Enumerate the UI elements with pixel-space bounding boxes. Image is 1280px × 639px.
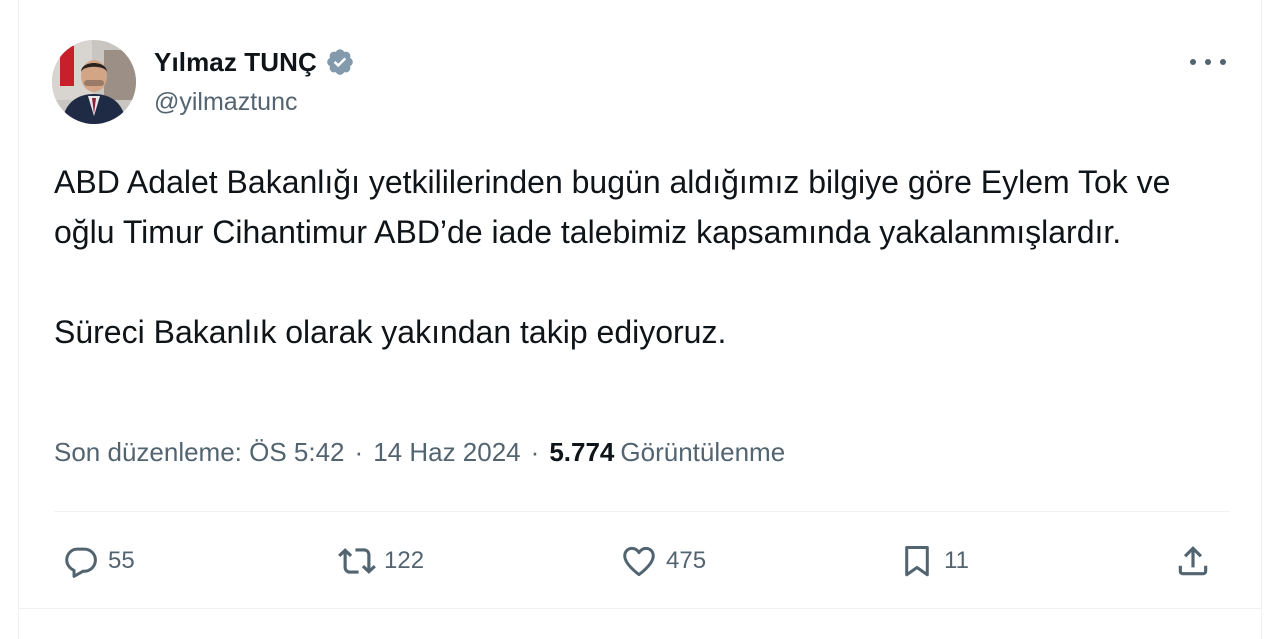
meta-separator: · <box>530 437 540 467</box>
bookmark-icon <box>905 546 929 577</box>
views-label: Görüntülenme <box>620 437 786 467</box>
reply-button[interactable]: 55 <box>62 536 135 586</box>
bookmark-count: 11 <box>944 547 969 574</box>
divider <box>54 511 1230 512</box>
tweet-paragraph: Süreci Bakanlık olarak yakından takip ed… <box>54 314 727 350</box>
reply-count: 55 <box>108 547 135 574</box>
bookmark-button[interactable]: 11 <box>898 536 969 586</box>
retweet-count: 122 <box>384 547 425 574</box>
author-avatar[interactable] <box>52 40 136 124</box>
reply-icon <box>65 547 97 578</box>
tweet-paragraph: ABD Adalet Bakanlığı yetkililerinden bug… <box>54 164 1171 250</box>
share-icon <box>1178 546 1208 576</box>
views-count: 5.774 <box>549 437 615 467</box>
tweet-text: ABD Adalet Bakanlığı yetkililerinden bug… <box>54 157 1214 357</box>
more-horizontal-icon <box>1190 59 1196 65</box>
author-name-row: Yılmaz TUNÇ <box>154 44 355 80</box>
author-name[interactable]: Yılmaz TUNÇ <box>154 47 317 78</box>
tweet-actions: 55 122 475 11 <box>54 536 1230 586</box>
heart-icon <box>623 546 655 577</box>
more-options-button[interactable] <box>1190 48 1226 76</box>
tweet-date[interactable]: 14 Haz 2024 <box>373 437 520 468</box>
like-button[interactable]: 475 <box>620 536 706 586</box>
retweet-button[interactable]: 122 <box>338 536 424 586</box>
retweet-icon <box>338 548 376 574</box>
author-handle[interactable]: @yilmaztunc <box>154 88 297 117</box>
divider <box>18 608 1262 609</box>
edited-time[interactable]: Son düzenleme: ÖS 5:42 <box>54 437 345 468</box>
share-button[interactable] <box>1174 536 1212 586</box>
verified-badge-icon <box>325 47 355 77</box>
meta-separator: · <box>354 437 364 467</box>
like-count: 475 <box>666 547 707 574</box>
tweet-metadata: Son düzenleme: ÖS 5:42 · 14 Haz 2024 · 5… <box>54 437 785 468</box>
